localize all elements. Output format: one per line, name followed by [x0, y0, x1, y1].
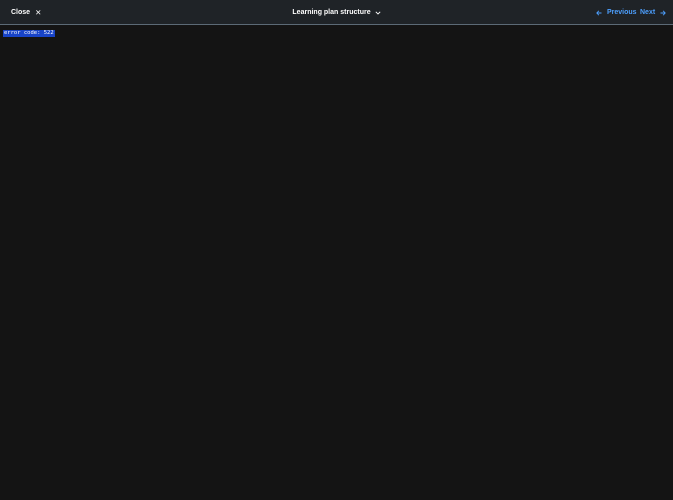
previous-button[interactable]: Previous	[596, 0, 637, 25]
top-toolbar: Close ✕ Learning plan structure Previous…	[0, 0, 673, 25]
page-title: Learning plan structure	[292, 9, 371, 16]
content-frame: error code: 522	[0, 26, 673, 500]
arrow-left-icon	[596, 9, 602, 16]
close-button[interactable]: Close ✕	[11, 0, 41, 25]
arrow-right-icon	[660, 9, 667, 16]
error-message: error code: 522	[3, 30, 55, 37]
close-icon: ✕	[35, 7, 42, 17]
title-dropdown[interactable]: Learning plan structure	[292, 9, 381, 16]
next-button-label: Next	[640, 9, 656, 16]
title-bar: Learning plan structure	[0, 0, 673, 25]
close-button-label: Close	[11, 9, 31, 16]
previous-button-label: Previous	[607, 9, 637, 16]
next-button[interactable]: Next	[640, 0, 667, 25]
chevron-down-icon	[375, 10, 381, 15]
